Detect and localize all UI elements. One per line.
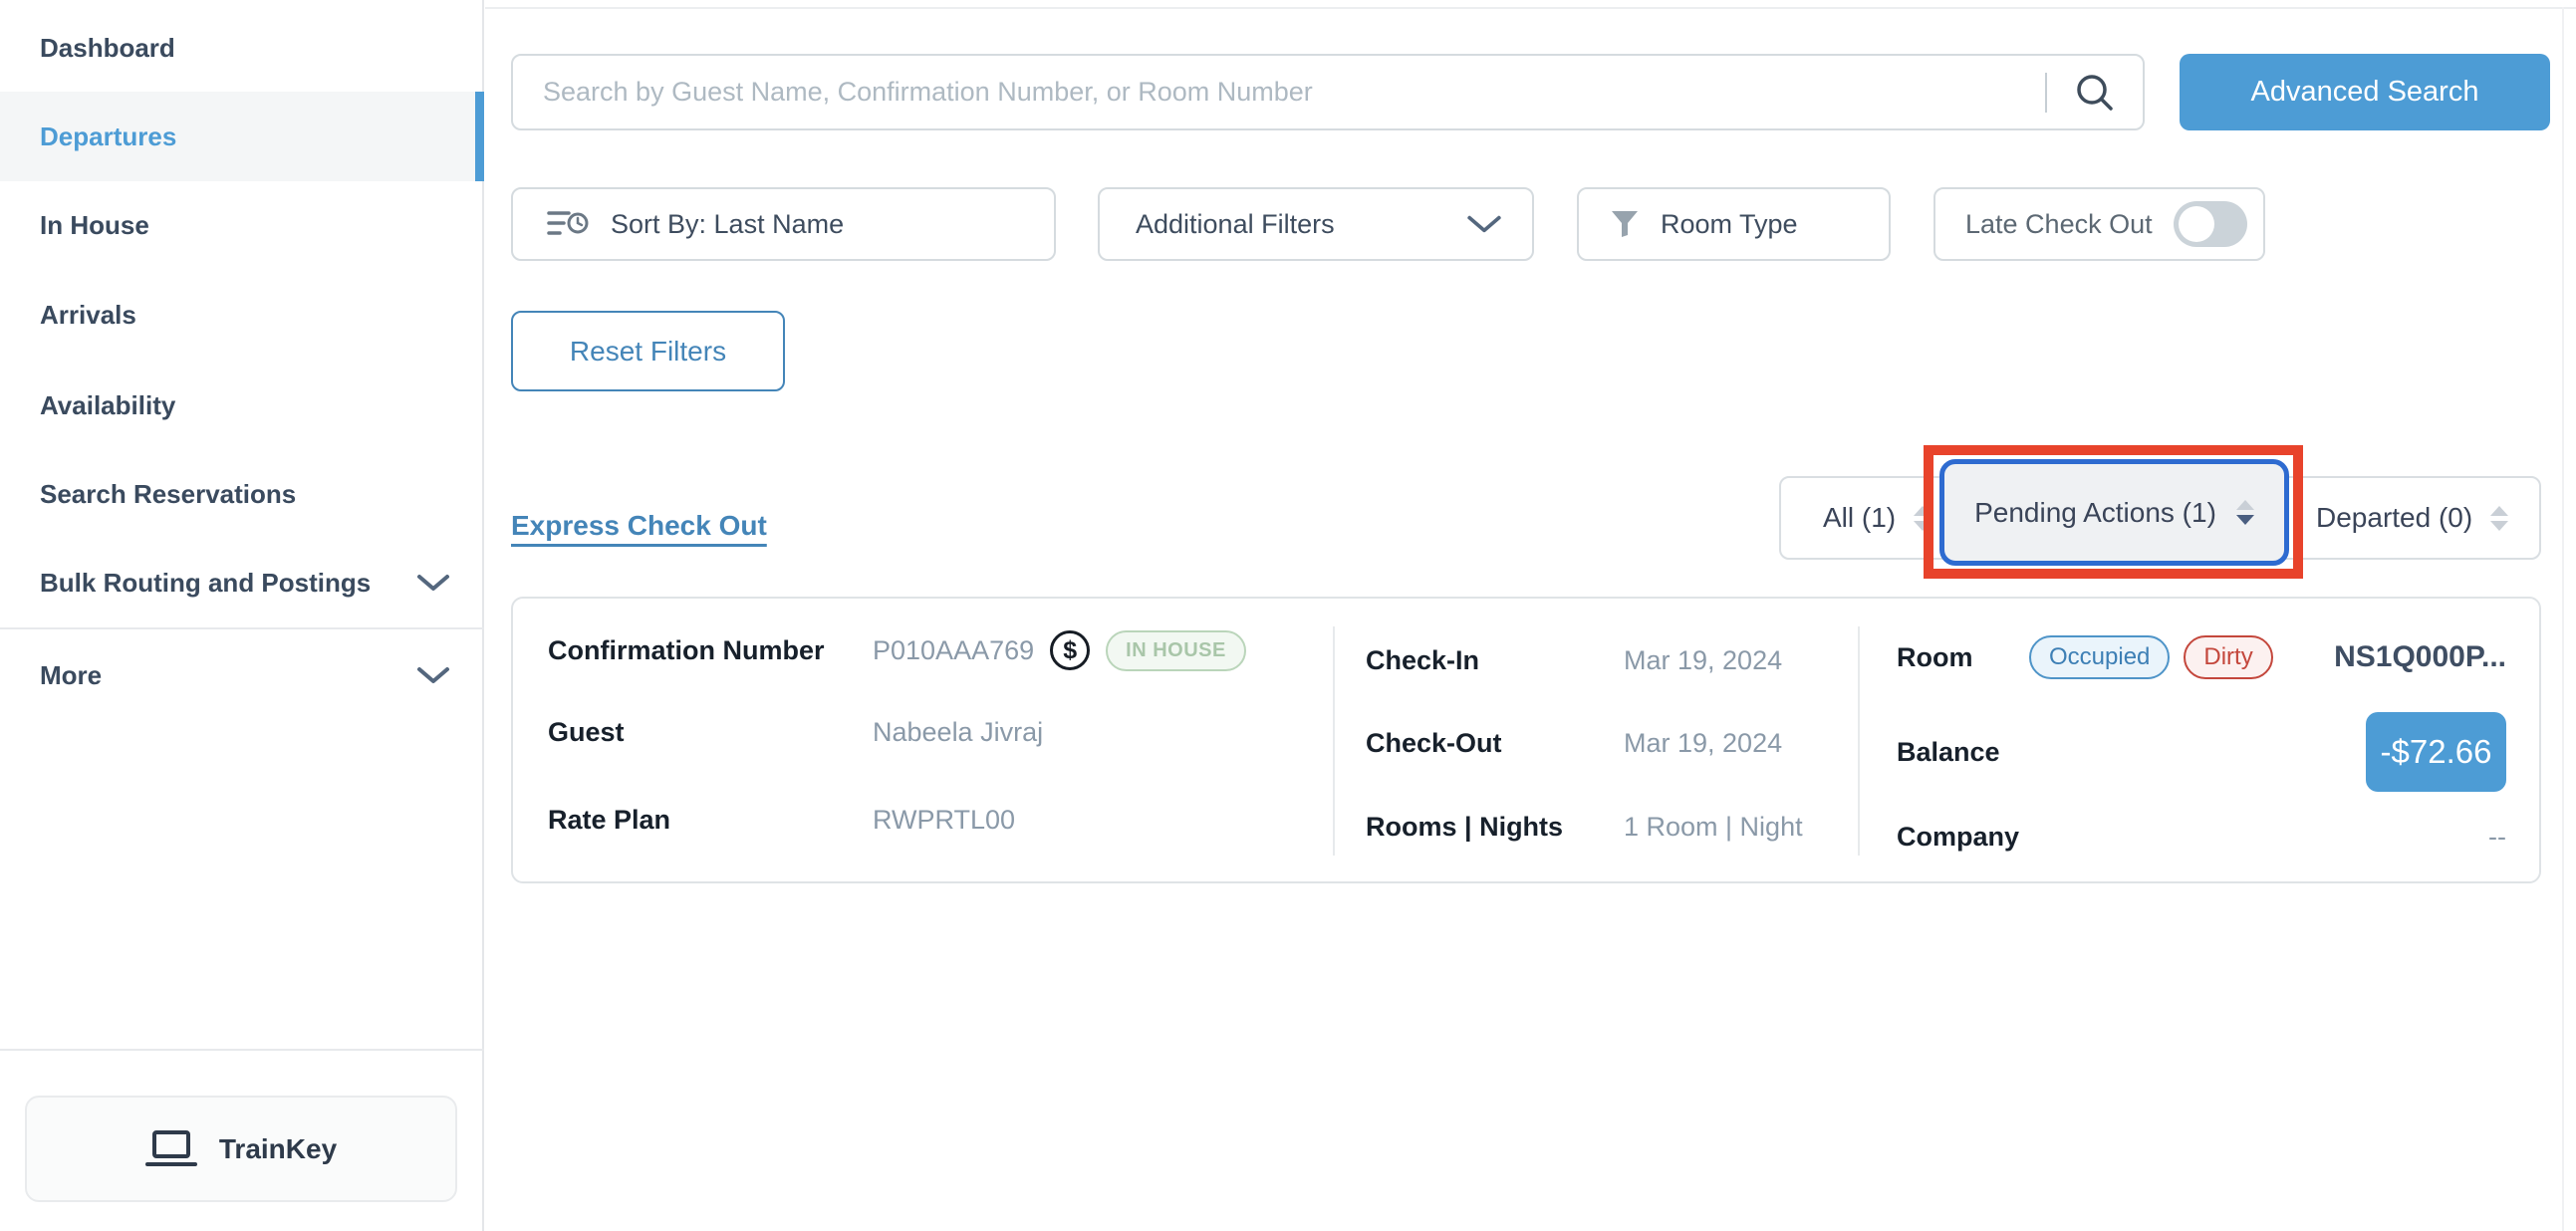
express-check-out-link[interactable]: Express Check Out <box>511 510 767 542</box>
sidebar-item-label: Departures <box>40 122 450 152</box>
card-column-divider <box>1858 626 1860 856</box>
departures-page: Dashboard Departures In House Arrivals A… <box>0 0 2576 1231</box>
tab-pending-actions-label: Pending Actions (1) <box>1974 497 2216 529</box>
sort-by-dropdown[interactable]: Sort By: Last Name <box>511 187 1056 261</box>
additional-filters-dropdown[interactable]: Additional Filters <box>1098 187 1534 261</box>
chevron-down-icon <box>1466 213 1502 235</box>
guest-row: Guest Nabeela Jivraj <box>548 708 1325 756</box>
sidebar-divider <box>0 627 484 629</box>
balance-chip[interactable]: -$72.66 <box>2366 712 2506 792</box>
in-house-badge: IN HOUSE <box>1106 630 1246 671</box>
sidebar-item-search-reservations[interactable]: Search Reservations <box>0 449 484 539</box>
scrollbar-track[interactable] <box>2562 7 2564 1231</box>
company-row: Company -- <box>1897 813 2506 861</box>
sidebar-item-label: Dashboard <box>40 33 450 64</box>
occupied-badge: Occupied <box>2029 635 2170 679</box>
card-column-divider <box>1333 626 1335 856</box>
sidebar: Dashboard Departures In House Arrivals A… <box>0 0 484 1231</box>
balance-row: Balance -$72.66 <box>1897 712 2506 792</box>
additional-filters-label: Additional Filters <box>1136 209 1466 240</box>
late-check-out-toggle[interactable] <box>2174 201 2247 247</box>
tab-departed-label: Departed (0) <box>2316 502 2472 534</box>
check-in-date: Mar 19, 2024 <box>1624 645 1782 676</box>
reservation-card[interactable]: Confirmation Number P010AAA769 $ IN HOUS… <box>511 597 2541 883</box>
sidebar-item-arrivals[interactable]: Arrivals <box>0 270 484 360</box>
sort-arrows-icon[interactable] <box>1914 506 1932 531</box>
company-value: -- <box>2488 822 2506 853</box>
rate-plan-label: Rate Plan <box>548 805 873 836</box>
sidebar-item-dashboard[interactable]: Dashboard <box>0 3 484 93</box>
confirmation-number: P010AAA769 <box>873 635 1034 666</box>
toggle-knob <box>2179 206 2214 242</box>
room-label: Room <box>1897 642 2029 673</box>
search-bar <box>511 54 2145 130</box>
trainkey-label: TrainKey <box>219 1133 337 1165</box>
tab-all-label: All (1) <box>1823 502 1896 534</box>
sort-icon <box>547 208 589 240</box>
check-out-label: Check-Out <box>1366 728 1624 759</box>
sort-arrows-icon[interactable] <box>2490 506 2508 531</box>
dirty-badge: Dirty <box>2184 635 2272 679</box>
company-label: Company <box>1897 822 2488 853</box>
sidebar-item-label: Availability <box>40 390 450 421</box>
sidebar-item-label: Search Reservations <box>40 479 450 510</box>
advanced-search-button[interactable]: Advanced Search <box>2180 54 2550 130</box>
folio-dollar-icon[interactable]: $ <box>1050 630 1090 670</box>
sidebar-item-departures[interactable]: Departures <box>0 92 484 181</box>
rooms-nights-label: Rooms | Nights <box>1366 812 1624 843</box>
check-in-label: Check-In <box>1366 645 1624 676</box>
check-out-date: Mar 19, 2024 <box>1624 728 1782 759</box>
sidebar-bottom-divider <box>0 1049 484 1051</box>
reset-filters-button[interactable]: Reset Filters <box>511 311 785 391</box>
confirmation-label: Confirmation Number <box>548 635 873 666</box>
sidebar-item-availability[interactable]: Availability <box>0 361 484 450</box>
confirmation-row: Confirmation Number P010AAA769 $ IN HOUS… <box>548 626 1325 674</box>
room-row: Room Occupied Dirty NS1Q000P... <box>1897 633 2506 681</box>
laptop-icon <box>145 1129 197 1169</box>
check-in-row: Check-In Mar 19, 2024 <box>1366 636 1834 684</box>
tab-departed[interactable]: Departed (0) <box>2316 478 2508 558</box>
late-check-out-label: Late Check Out <box>1965 209 2174 240</box>
rate-plan-row: Rate Plan RWPRTL00 <box>548 796 1325 844</box>
rooms-nights-value: 1 Room | Night <box>1624 812 1803 843</box>
rate-plan-value: RWPRTL00 <box>873 805 1015 836</box>
room-type-filter[interactable]: Room Type <box>1577 187 1891 261</box>
search-divider <box>2045 73 2047 113</box>
balance-label: Balance <box>1897 737 2366 768</box>
rooms-nights-row: Rooms | Nights 1 Room | Night <box>1366 803 1834 851</box>
search-input[interactable] <box>513 56 2045 128</box>
tab-all[interactable]: All (1) <box>1823 478 1932 558</box>
search-icon[interactable] <box>2073 71 2143 115</box>
chevron-down-icon <box>416 665 450 685</box>
sort-arrows-icon[interactable] <box>2236 500 2254 525</box>
room-number: NS1Q000P... <box>2273 640 2506 674</box>
guest-name: Nabeela Jivraj <box>873 717 1043 748</box>
guest-label: Guest <box>548 717 873 748</box>
sidebar-item-label: In House <box>40 210 450 241</box>
trainkey-button[interactable]: TrainKey <box>25 1096 457 1202</box>
sort-by-label: Sort By: Last Name <box>611 209 844 240</box>
content-top-border <box>485 7 2576 9</box>
sidebar-item-label: Bulk Routing and Postings <box>40 568 416 599</box>
room-type-label: Room Type <box>1661 209 1798 240</box>
sidebar-item-bulk-routing[interactable]: Bulk Routing and Postings <box>0 538 484 627</box>
sidebar-item-label: More <box>40 660 416 691</box>
tab-pending-actions[interactable]: Pending Actions (1) <box>1939 459 2289 566</box>
check-out-row: Check-Out Mar 19, 2024 <box>1366 719 1834 767</box>
sidebar-item-label: Arrivals <box>40 300 450 331</box>
late-check-out-filter: Late Check Out <box>1933 187 2265 261</box>
sidebar-item-in-house[interactable]: In House <box>0 180 484 270</box>
funnel-icon <box>1609 208 1641 240</box>
sidebar-item-more[interactable]: More <box>0 630 484 720</box>
chevron-down-icon <box>416 573 450 593</box>
